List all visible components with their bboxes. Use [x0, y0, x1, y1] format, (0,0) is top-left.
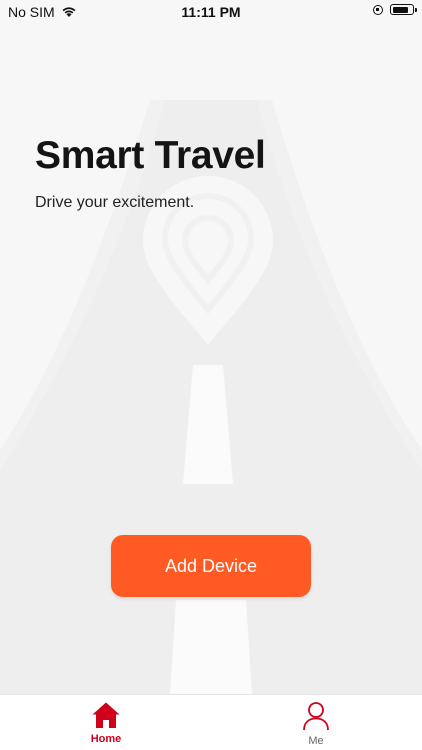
- bottom-tab-bar: Home Me: [0, 694, 422, 750]
- tab-home[interactable]: Home: [61, 701, 151, 745]
- status-bar: No SIM 11:11 PM: [0, 0, 422, 26]
- home-icon: [92, 702, 120, 728]
- add-device-button[interactable]: Add Device: [111, 535, 311, 597]
- battery-level: [392, 6, 408, 13]
- page-title: Smart Travel: [35, 134, 266, 177]
- battery-icon: [390, 4, 417, 15]
- tab-home-label: Home: [90, 733, 122, 745]
- tab-me-label: Me: [308, 735, 324, 747]
- orientation-lock-icon: [373, 4, 383, 15]
- page-subtitle: Drive your excitement.: [35, 194, 195, 211]
- app-screen: No SIM 11:11 PM Smart Travel Drive your …: [0, 0, 422, 750]
- clock: 11:11 PM: [181, 4, 241, 20]
- person-icon: [303, 702, 329, 731]
- tab-me[interactable]: Me: [271, 701, 361, 747]
